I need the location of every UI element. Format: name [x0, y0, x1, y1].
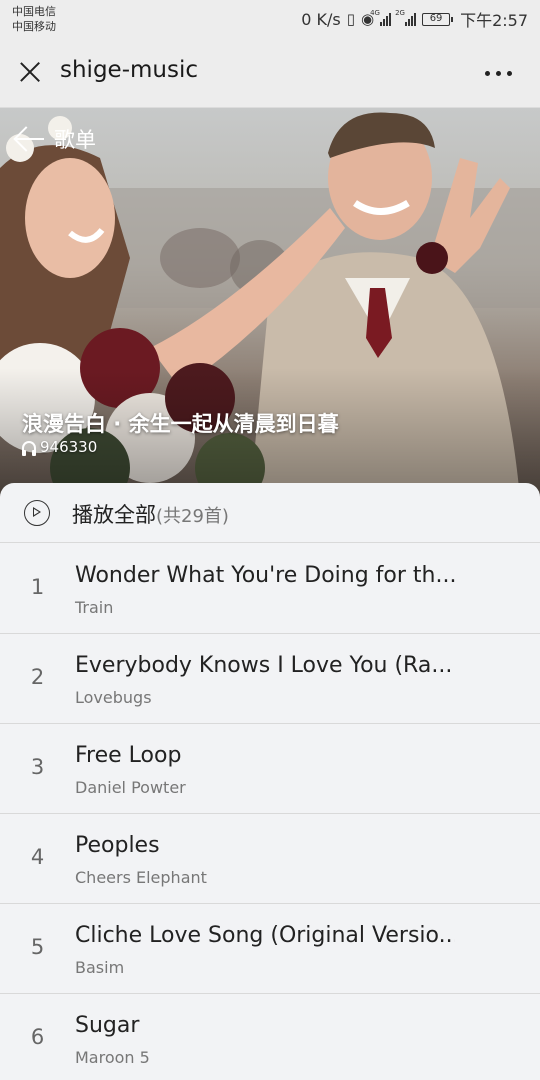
song-name: Wonder What You're Doing for th... [75, 563, 455, 588]
back-arrow-icon [12, 122, 46, 156]
signal-icon-1: 4G [370, 9, 392, 26]
song-name: Free Loop [75, 743, 182, 768]
song-name: Peoples [75, 833, 160, 858]
song-artist: Maroon 5 [75, 1048, 150, 1067]
song-list-panel: 播放全部(共29首) 1 Wonder What You're Doing fo… [0, 483, 540, 1080]
back-button[interactable]: 歌单 [12, 122, 96, 156]
play-all-text: 播放全部 [72, 503, 156, 527]
carrier-1: 中国电信 [12, 5, 56, 18]
play-all-button[interactable]: 播放全部(共29首) [0, 483, 540, 543]
song-index: 4 [30, 845, 45, 869]
back-label: 歌单 [54, 128, 96, 152]
app-title: shige-music [60, 57, 198, 83]
carrier-2: 中国移动 [12, 20, 56, 33]
song-item[interactable]: 2 Everybody Knows I Love You (Ra... Love… [0, 634, 540, 724]
song-name: Everybody Knows I Love You (Ra... [75, 653, 453, 678]
play-count-value: 946330 [40, 438, 98, 456]
song-index: 1 [30, 575, 45, 599]
song-item[interactable]: 3 Free Loop Daniel Powter [0, 724, 540, 814]
network-type-1: 4G [370, 9, 380, 17]
song-artist: Basim [75, 958, 125, 977]
play-count: 946330 [22, 438, 97, 456]
network-type-2: 2G [395, 9, 405, 17]
song-artist: Train [75, 598, 114, 617]
headphone-icon [22, 440, 36, 456]
clock: 下午2:57 [460, 11, 528, 30]
song-artist: Lovebugs [75, 688, 152, 707]
close-icon[interactable] [16, 58, 44, 86]
song-item[interactable]: 5 Cliche Love Song (Original Versio... B… [0, 904, 540, 994]
song-artist: Cheers Elephant [75, 868, 207, 887]
song-name: Sugar [75, 1013, 140, 1038]
playlist-cover: 歌单 浪漫告白 · 余生一起从清晨到日暮 946330 [0, 108, 540, 498]
song-index: 2 [30, 665, 45, 689]
song-artist: Daniel Powter [75, 778, 186, 797]
play-all-label: 播放全部(共29首) [72, 499, 229, 529]
song-index: 5 [30, 935, 45, 959]
signal-icon-2: 2G [395, 9, 417, 26]
network-speed: 0 K/s [301, 9, 341, 29]
song-count: (共29首) [156, 506, 229, 527]
song-item[interactable]: 1 Wonder What You're Doing for th... Tra… [0, 544, 540, 634]
status-bar: 中国电信 中国移动 0 K/s ▯ ◉ 4G 2G 69 下午2:57 [0, 0, 540, 38]
song-index: 3 [30, 755, 45, 779]
battery-icon: 69 [422, 12, 454, 26]
title-bar: shige-music [0, 38, 540, 108]
vibrate-icon: ▯ [346, 10, 355, 28]
more-icon[interactable] [485, 71, 512, 76]
song-name: Cliche Love Song (Original Versio... [75, 923, 455, 948]
song-index: 6 [30, 1025, 45, 1049]
carrier-info: 中国电信 中国移动 [12, 4, 56, 34]
song-item[interactable]: 4 Peoples Cheers Elephant [0, 814, 540, 904]
status-icons: 0 K/s ▯ ◉ 4G 2G 69 下午2:57 [301, 8, 528, 30]
song-item[interactable]: 6 Sugar Maroon 5 [0, 994, 540, 1080]
playlist-title: 浪漫告白 · 余生一起从清晨到日暮 [22, 412, 339, 436]
play-circle-icon [24, 500, 50, 526]
